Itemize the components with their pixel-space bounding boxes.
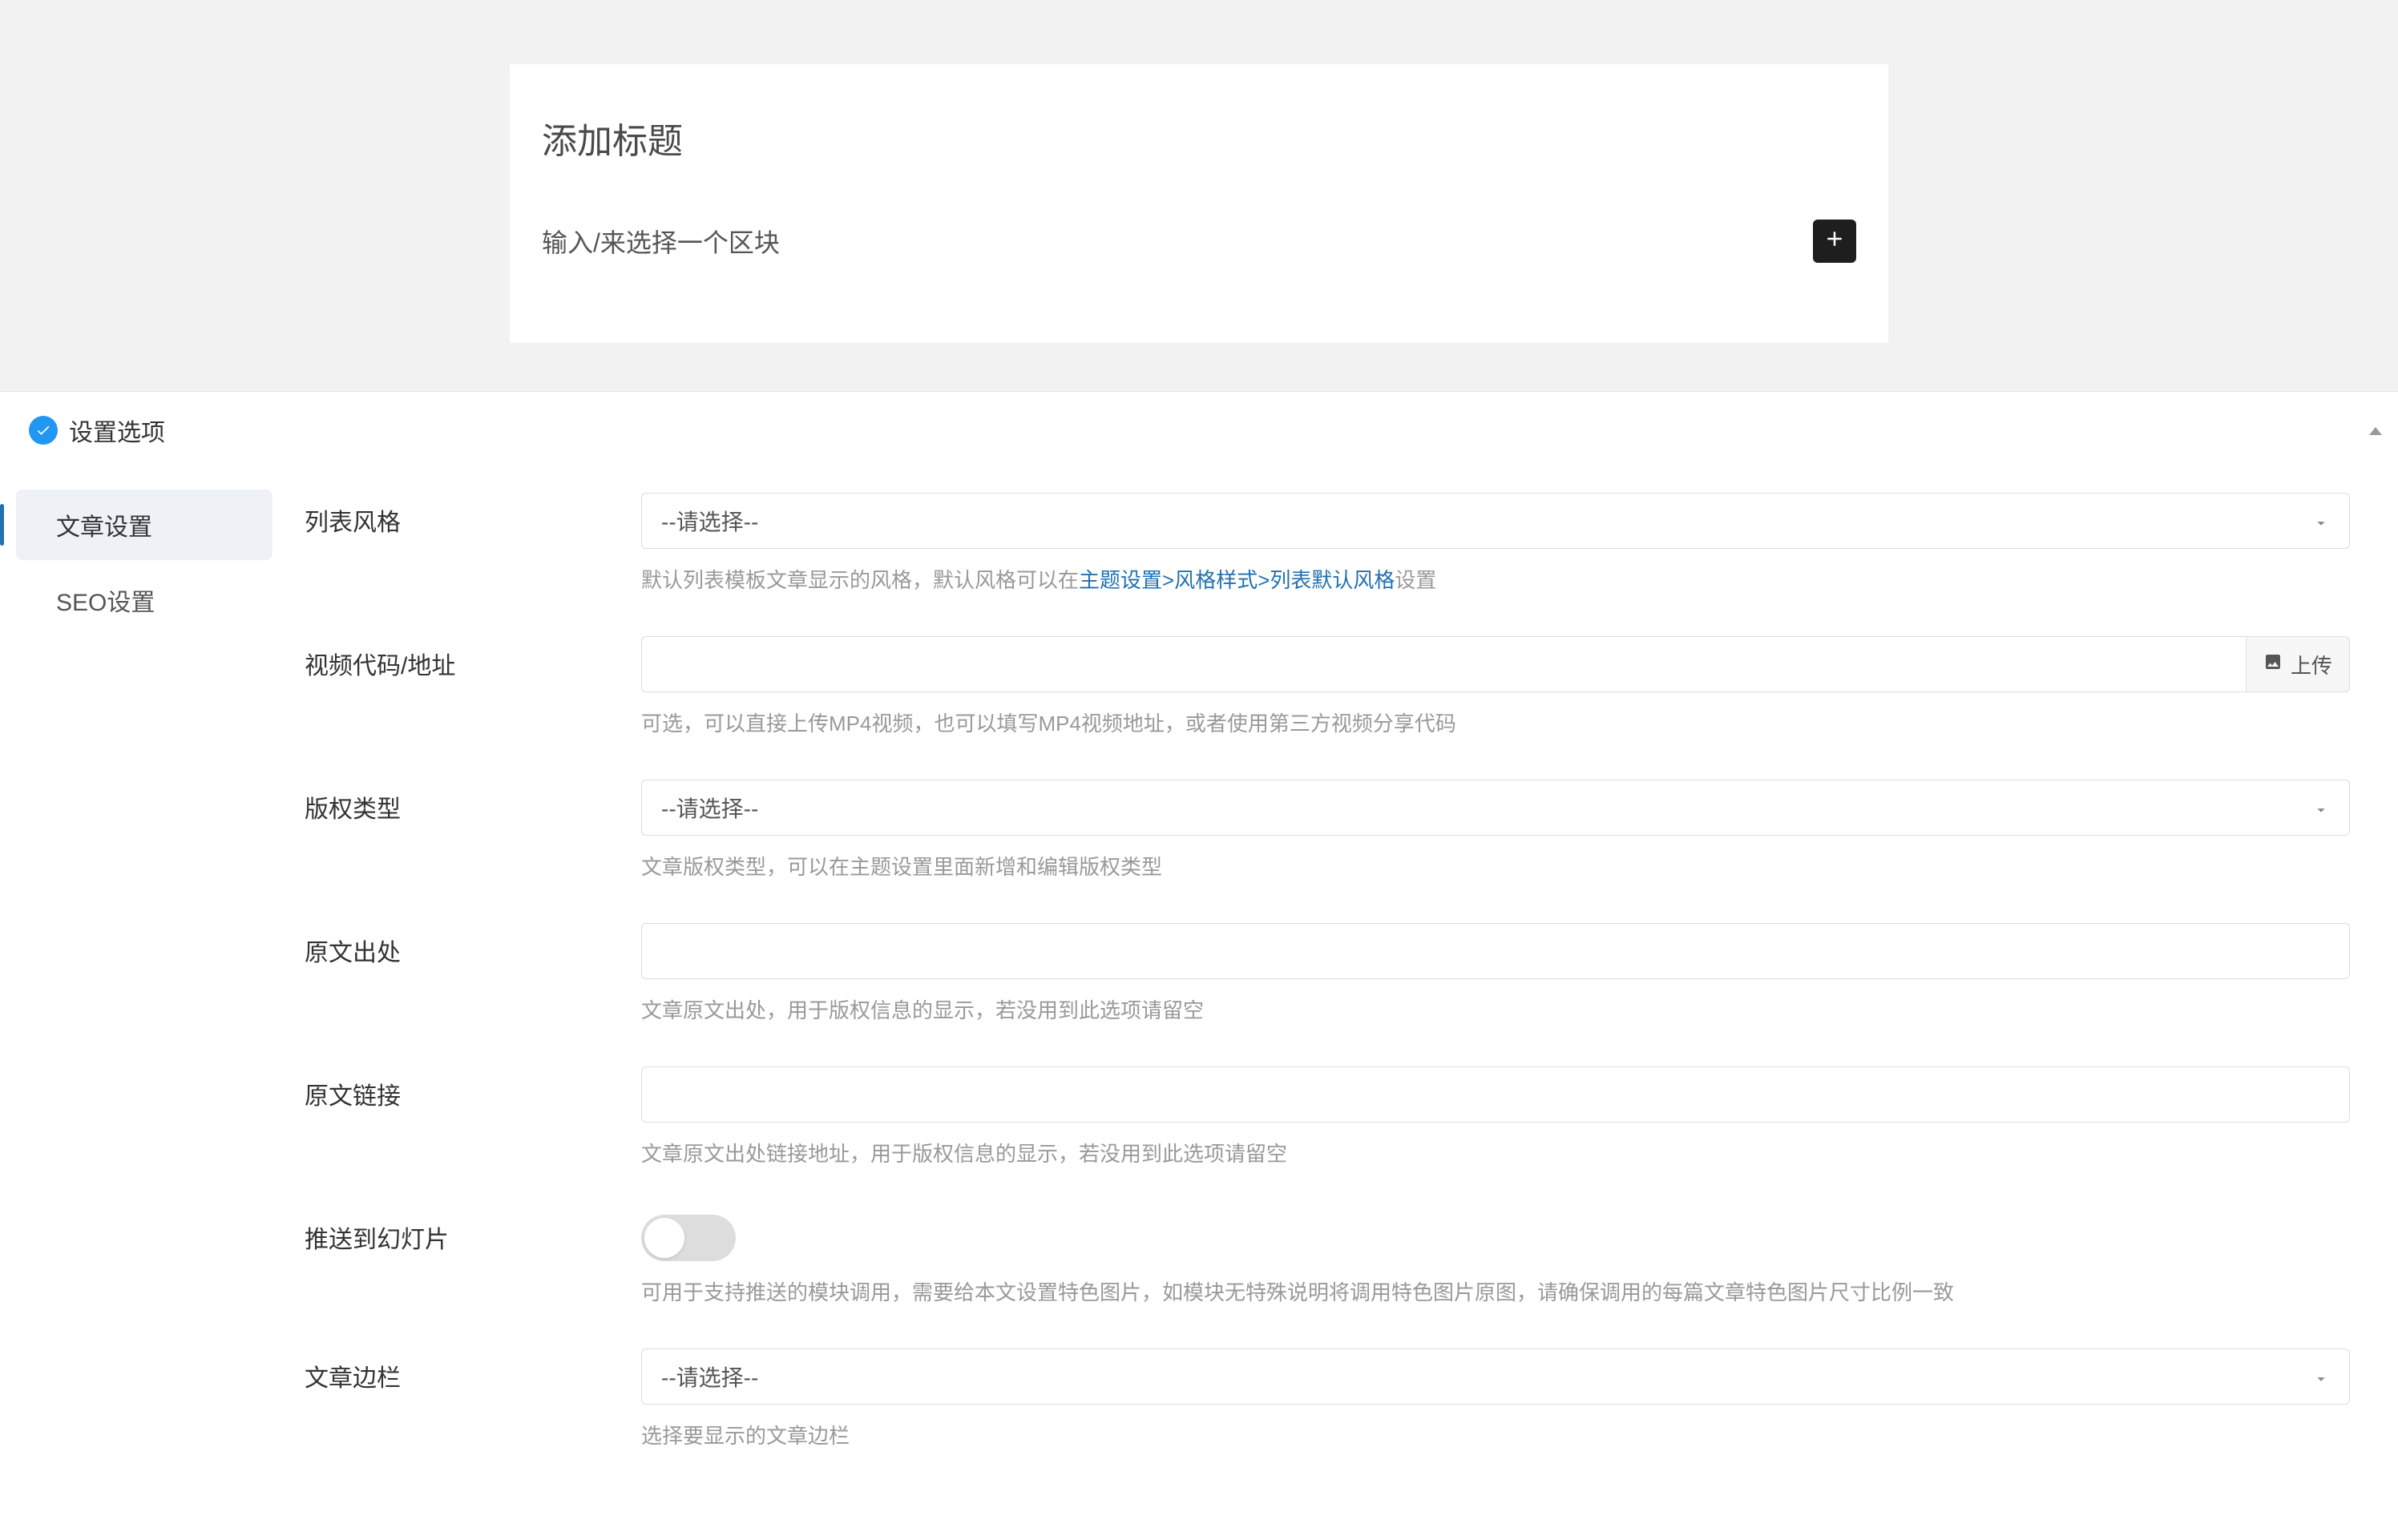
select-sidebar[interactable]: --请选择-- (641, 1349, 2350, 1405)
image-icon (2263, 652, 2283, 677)
nav-item-seo-settings[interactable]: SEO设置 (16, 565, 272, 635)
input-source[interactable] (641, 923, 2350, 979)
editor-area: 添加标题 输入/来选择一个区块 (0, 0, 2398, 391)
label-list-style: 列表风格 (305, 493, 641, 596)
help-slide: 可用于支持推送的模块调用，需要给本文设置特色图片，如模块无特殊说明将调用特色图片… (641, 1277, 2350, 1308)
plus-icon (1823, 227, 1847, 256)
help-link[interactable]: 主题设置>风格样式>列表默认风格 (1079, 568, 1395, 592)
select-placeholder: --请选择-- (661, 792, 758, 824)
label-source: 原文出处 (305, 923, 641, 1026)
field-wrapper: 文章原文出处，用于版权信息的显示，若没用到此选项请留空 (641, 923, 2350, 1026)
add-block-button[interactable] (1813, 220, 1856, 263)
field-wrapper: --请选择-- 默认列表模板文章显示的风格，默认风格可以在主题设置>风格样式>列… (641, 493, 2350, 596)
settings-header[interactable]: 设置选项 (0, 392, 2398, 469)
settings-body: 文章设置 SEO设置 列表风格 --请选择-- 默认列表模板文章显示的风格，默认… (0, 469, 2398, 1540)
label-slide: 推送到幻灯片 (305, 1210, 641, 1308)
select-copyright[interactable]: --请选择-- (641, 780, 2350, 836)
settings-badge-icon (29, 416, 58, 445)
title-input[interactable]: 添加标题 (542, 112, 1856, 163)
input-video[interactable] (641, 636, 2246, 692)
block-placeholder[interactable]: 输入/来选择一个区块 (542, 223, 780, 260)
toggle-handle (644, 1218, 684, 1258)
field-source-link: 原文链接 文章原文出处链接地址，用于版权信息的显示，若没用到此选项请留空 (305, 1066, 2350, 1170)
input-source-link[interactable] (641, 1066, 2350, 1123)
upload-button[interactable]: 上传 (2246, 636, 2350, 692)
field-wrapper: --请选择-- 文章版权类型，可以在主题设置里面新增和编辑版权类型 (641, 780, 2350, 883)
help-text-prefix: 默认列表模板文章显示的风格，默认风格可以在 (641, 568, 1079, 592)
label-video: 视频代码/地址 (305, 636, 641, 740)
settings-panel: 设置选项 文章设置 SEO设置 列表风格 --请选择-- (0, 392, 2398, 1540)
label-source-link: 原文链接 (305, 1066, 641, 1170)
field-wrapper: --请选择-- 选择要显示的文章边栏 (641, 1349, 2350, 1452)
settings-content: 列表风格 --请选择-- 默认列表模板文章显示的风格，默认风格可以在主题设置>风… (289, 469, 2398, 1540)
label-copyright: 版权类型 (305, 780, 641, 883)
label-sidebar: 文章边栏 (305, 1349, 641, 1452)
help-source-link: 文章原文出处链接地址，用于版权信息的显示，若没用到此选项请留空 (641, 1139, 2350, 1170)
field-wrapper: 上传 可选，可以直接上传MP4视频，也可以填写MP4视频地址，或者使用第三方视频… (641, 636, 2350, 740)
help-text-suffix: 设置 (1395, 568, 1436, 592)
settings-nav: 文章设置 SEO设置 (0, 469, 289, 1540)
toggle-slide[interactable] (641, 1215, 736, 1261)
triangle-up-icon (2369, 416, 2382, 441)
chevron-down-icon (2312, 1368, 2330, 1385)
field-video: 视频代码/地址 上传 可选，可以直接上传MP4视频，也可以填写MP4视频地址，或… (305, 636, 2350, 740)
chevron-down-icon (2312, 799, 2330, 816)
field-sidebar: 文章边栏 --请选择-- 选择要显示的文章边栏 (305, 1349, 2350, 1452)
field-copyright: 版权类型 --请选择-- 文章版权类型，可以在主题设置里面新增和编辑版权类型 (305, 780, 2350, 883)
help-copyright: 文章版权类型，可以在主题设置里面新增和编辑版权类型 (641, 852, 2350, 883)
help-video: 可选，可以直接上传MP4视频，也可以填写MP4视频地址，或者使用第三方视频分享代… (641, 708, 2350, 740)
select-list-style[interactable]: --请选择-- (641, 493, 2350, 549)
field-list-style: 列表风格 --请选择-- 默认列表模板文章显示的风格，默认风格可以在主题设置>风… (305, 493, 2350, 596)
field-wrapper: 文章原文出处链接地址，用于版权信息的显示，若没用到此选项请留空 (641, 1066, 2350, 1170)
select-placeholder: --请选择-- (661, 505, 758, 537)
field-slide: 推送到幻灯片 可用于支持推送的模块调用，需要给本文设置特色图片，如模块无特殊说明… (305, 1210, 2350, 1308)
video-input-group: 上传 (641, 636, 2350, 692)
field-wrapper: 可用于支持推送的模块调用，需要给本文设置特色图片，如模块无特殊说明将调用特色图片… (641, 1210, 2350, 1308)
field-source: 原文出处 文章原文出处，用于版权信息的显示，若没用到此选项请留空 (305, 923, 2350, 1026)
help-source: 文章原文出处，用于版权信息的显示，若没用到此选项请留空 (641, 995, 2350, 1026)
select-placeholder: --请选择-- (661, 1361, 758, 1393)
editor-card: 添加标题 输入/来选择一个区块 (510, 64, 1888, 343)
upload-label: 上传 (2291, 650, 2332, 679)
block-selector-row: 输入/来选择一个区块 (542, 220, 1856, 263)
help-list-style: 默认列表模板文章显示的风格，默认风格可以在主题设置>风格样式>列表默认风格设置 (641, 565, 2350, 596)
settings-panel-title: 设置选项 (69, 413, 165, 448)
chevron-down-icon (2312, 512, 2330, 530)
help-sidebar: 选择要显示的文章边栏 (641, 1421, 2350, 1452)
collapse-toggle[interactable] (2369, 416, 2382, 441)
nav-item-article-settings[interactable]: 文章设置 (16, 490, 272, 560)
